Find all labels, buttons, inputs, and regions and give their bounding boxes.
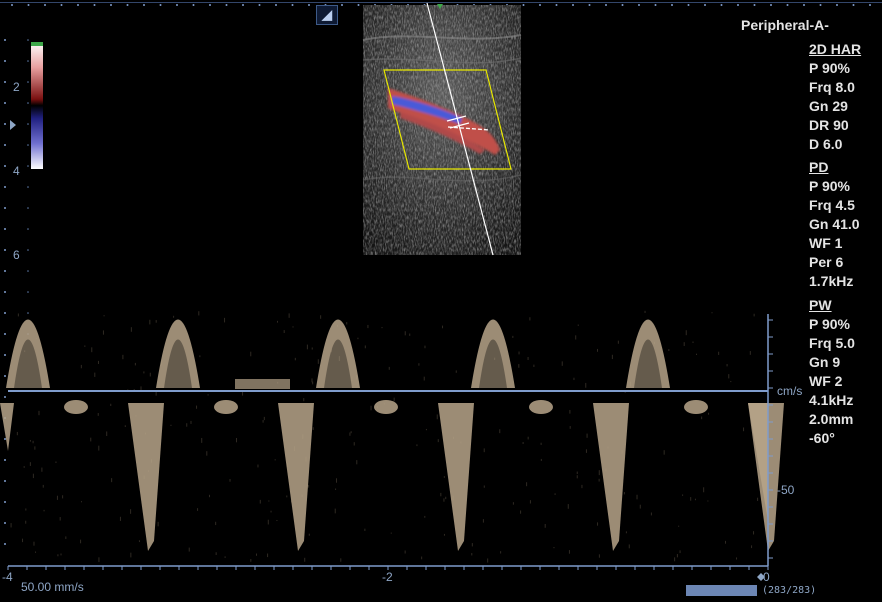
depth-mark-2: 2 [13,80,20,94]
params-2d-line: P 90% [809,59,861,78]
depth-mark-6: 6 [13,248,20,262]
doppler-spectrum [0,311,784,563]
spectrum-spike [278,403,314,551]
sweep-speed: 50.00 mm/s [21,580,84,594]
focus-marker-icon [10,120,16,130]
params-pd-line: 1.7kHz [809,272,860,291]
color-scale-top-marker [31,42,43,46]
params-pd-line: Per 6 [809,253,860,272]
params-pd-line: WF 1 [809,234,860,253]
params-pw-line: Frq 5.0 [809,334,855,353]
depth-mark-4: 4 [13,164,20,178]
time-mark: 0 [763,570,770,584]
params-pw: PW P 90% Frq 5.0 Gn 9 WF 2 4.1kHz 2.0mm … [809,296,855,448]
params-2d-title: 2D HAR [809,40,861,59]
params-pd-line: Gn 41.0 [809,215,860,234]
logo-icon[interactable]: ◢ [316,5,338,25]
velocity-scale-mark: -50 [777,483,794,497]
spectrum-spike [128,403,164,551]
params-pd-line: Frq 4.5 [809,196,860,215]
spectrum-spike [438,403,474,551]
color-scale-bar [31,42,43,169]
params-pw-line: -60° [809,429,855,448]
frame-counter: (283/283) [762,585,816,596]
time-mark: -4 [2,570,13,584]
params-pw-line: 4.1kHz [809,391,855,410]
params-2d-line: D 6.0 [809,135,861,154]
params-pw-line: WF 2 [809,372,855,391]
velocity-unit: cm/s [777,384,802,398]
ultrasound-display [0,0,882,602]
params-2d-line: Frq 8.0 [809,78,861,97]
params-pw-line: P 90% [809,315,855,334]
top-ruler [0,2,882,3]
exam-preset: Peripheral-A- [741,17,829,33]
params-pd: PD P 90% Frq 4.5 Gn 41.0 WF 1 Per 6 1.7k… [809,158,860,291]
params-pw-title: PW [809,296,855,315]
params-2d: 2D HAR P 90% Frq 8.0 Gn 29 DR 90 D 6.0 [809,40,861,154]
params-2d-line: Gn 29 [809,97,861,116]
spectrum-spike [593,403,629,551]
params-pw-line: 2.0mm [809,410,855,429]
params-pw-line: Gn 9 [809,353,855,372]
params-2d-line: DR 90 [809,116,861,135]
time-mark: -2 [382,570,393,584]
params-pd-line: P 90% [809,177,860,196]
cine-progress-bar[interactable] [686,585,757,596]
params-pd-title: PD [809,158,860,177]
